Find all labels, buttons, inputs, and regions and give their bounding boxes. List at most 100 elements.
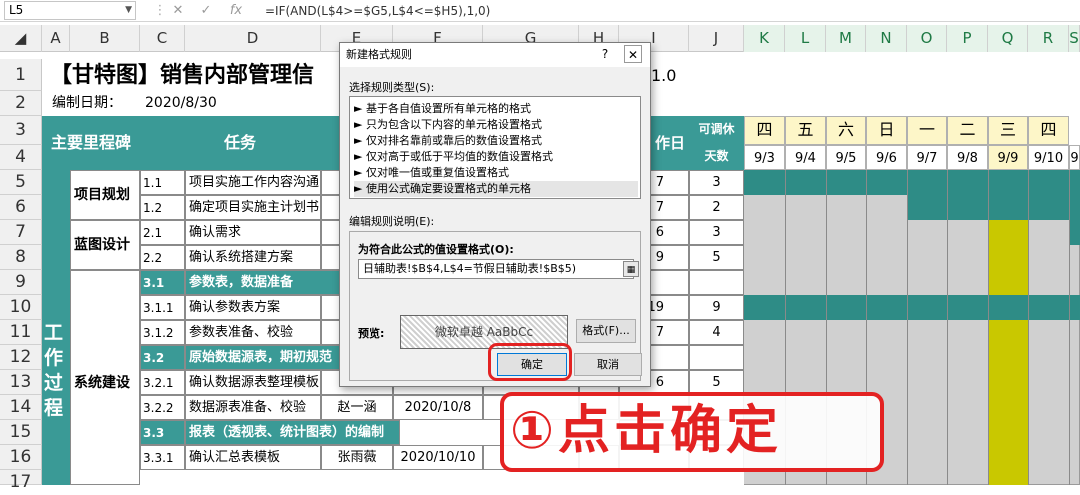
task-id-cell[interactable]: 3.2.2 (140, 395, 185, 420)
select-all-corner[interactable]: ◢ (0, 25, 42, 52)
insert-function-button[interactable]: fx (226, 2, 246, 20)
task-name-cell[interactable]: 报表（透视表、统计图表）的编制 (185, 420, 400, 445)
rest-days-cell[interactable]: 3 (689, 170, 744, 195)
date-cell: 9/3 (744, 145, 785, 170)
owner-cell[interactable]: 张雨薇 (321, 445, 393, 470)
milestone-char: 过 (44, 372, 64, 394)
column-header[interactable]: N (866, 25, 907, 52)
row-header[interactable]: 8 (0, 245, 42, 270)
row-header[interactable]: 10 (0, 295, 42, 320)
more-icon: ⋮ (153, 3, 167, 18)
date-cell: 9/7 (907, 145, 947, 170)
row-header[interactable]: 14 (0, 395, 42, 420)
row-header[interactable]: 17 (0, 470, 42, 492)
task-name-cell[interactable]: 确认需求 (185, 220, 321, 245)
column-header[interactable]: A (42, 25, 70, 52)
cancel-formula-button[interactable]: ✕ (168, 2, 188, 20)
row-header[interactable]: 3 (0, 116, 42, 145)
date-value: 2020/8/30 (145, 95, 217, 111)
rule-type-item[interactable]: ► 只为包含以下内容的单元格设置格式 (354, 117, 638, 133)
task-id-cell[interactable]: 3.3.1 (140, 445, 185, 470)
rule-type-list[interactable]: ► 基于各自值设置所有单元格的格式 ► 只为包含以下内容的单元格设置格式 ► 仅… (349, 96, 641, 199)
column-header[interactable]: Q (988, 25, 1028, 52)
row-header[interactable]: 15 (0, 420, 42, 445)
task-id-cell[interactable]: 3.1 (140, 270, 185, 295)
task-id-cell[interactable]: 3.3 (140, 420, 185, 445)
formula-label: 为符合此公式的值设置格式(O): (358, 243, 514, 256)
close-button[interactable]: ✕ (624, 45, 642, 63)
task-id-cell[interactable]: 1.1 (140, 170, 185, 195)
row-header[interactable]: 4 (0, 145, 42, 170)
task-id-cell[interactable]: 1.2 (140, 195, 185, 220)
cancel-button[interactable]: 取消 (574, 353, 642, 376)
task-name-cell[interactable]: 项目实施工作内容沟通 (185, 170, 321, 195)
name-box[interactable]: L5 ▼ (4, 1, 136, 20)
rest-days-cell[interactable]: 2 (689, 195, 744, 220)
rule-type-item[interactable]: ► 基于各自值设置所有单元格的格式 (354, 101, 638, 117)
task-id-cell[interactable]: 3.1.2 (140, 320, 185, 345)
task-name-cell[interactable]: 确定项目实施主计划书 (185, 195, 321, 220)
collapse-dialog-icon[interactable]: ▦ (623, 261, 639, 277)
rest-days-cell[interactable]: 9 (689, 295, 744, 320)
row-header[interactable]: 5 (0, 170, 42, 195)
column-header[interactable]: K (744, 25, 785, 52)
rest-days-cell[interactable] (689, 270, 744, 295)
task-id-cell[interactable]: 3.2.1 (140, 370, 185, 395)
row-header[interactable]: 16 (0, 445, 42, 470)
column-header[interactable]: O (907, 25, 947, 52)
column-header[interactable]: C (140, 25, 185, 52)
weekday-cell: 四 (1028, 116, 1069, 145)
column-header[interactable]: M (826, 25, 866, 52)
help-button[interactable]: ? (596, 45, 614, 63)
rest-days-cell[interactable] (689, 345, 744, 370)
rule-type-item[interactable]: ► 仅对唯一值或重复值设置格式 (354, 165, 638, 181)
row-header[interactable]: 6 (0, 195, 42, 220)
task-id-cell[interactable]: 3.1.1 (140, 295, 185, 320)
rest-days-cell[interactable]: 5 (689, 245, 744, 270)
enter-formula-button[interactable]: ✓ (196, 2, 216, 20)
owner-cell[interactable]: 赵一涵 (321, 395, 393, 420)
column-header[interactable]: J (689, 25, 744, 52)
start-date-cell[interactable]: 2020/10/10 (393, 445, 483, 470)
edit-rule-label: 编辑规则说明(E): (349, 215, 435, 228)
row-header[interactable]: 1 (0, 59, 42, 91)
task-name-cell[interactable]: 确认参数表方案 (185, 295, 321, 320)
rule-formula-input[interactable]: 日辅助表!$B$4,L$4=节假日辅助表!$B$5) ▦ (358, 259, 639, 279)
chevron-down-icon[interactable]: ▼ (125, 2, 132, 19)
column-header[interactable]: L (785, 25, 826, 52)
task-name-cell[interactable]: 数据源表准备、校验 (185, 395, 321, 420)
task-name-cell[interactable]: 确认数据源表整理模板 (185, 370, 321, 395)
milestone-cell: 蓝图设计 (70, 220, 140, 270)
formula-bar: L5 ▼ ⋮ ✕ ✓ fx =IF(AND(L$4>=$G5,L$4<=$H5),… (0, 0, 1080, 22)
format-button[interactable]: 格式(F)... (576, 319, 636, 343)
task-name-cell[interactable]: 确认汇总表模板 (185, 445, 321, 470)
task-id-cell[interactable]: 2.2 (140, 245, 185, 270)
rest-days-cell[interactable]: 4 (689, 320, 744, 345)
task-name-cell[interactable]: 确认系统搭建方案 (185, 245, 321, 270)
milestone-cell: 项目规划 (70, 170, 140, 220)
column-header[interactable]: D (185, 25, 321, 52)
rule-type-item[interactable]: ► 仅对高于或低于平均值的数值设置格式 (354, 149, 638, 165)
rule-type-item[interactable]: ► 仅对排名靠前或靠后的数值设置格式 (354, 133, 638, 149)
column-header[interactable]: R (1028, 25, 1069, 52)
column-header[interactable]: P (947, 25, 988, 52)
task-name-cell[interactable]: 参数表准备、校验 (185, 320, 321, 345)
date-cell: 9/9 (988, 145, 1028, 170)
row-header[interactable]: 11 (0, 320, 42, 345)
grid-line (1069, 170, 1070, 485)
row-header[interactable]: 12 (0, 345, 42, 370)
formula-input[interactable]: =IF(AND(L$4>=$G5,L$4<=$H5),1,0) (265, 2, 490, 20)
row-header[interactable]: 9 (0, 270, 42, 295)
row-header[interactable]: 7 (0, 220, 42, 245)
column-header[interactable]: B (70, 25, 140, 52)
row-header[interactable]: 2 (0, 91, 42, 116)
task-id-cell[interactable]: 3.2 (140, 345, 185, 370)
rest-days-cell[interactable]: 3 (689, 220, 744, 245)
row-header[interactable]: 13 (0, 370, 42, 395)
start-date-cell[interactable]: 2020/10/8 (393, 395, 483, 420)
rule-type-item-selected[interactable]: ► 使用公式确定要设置格式的单元格 (354, 181, 638, 197)
task-id-cell[interactable]: 2.1 (140, 220, 185, 245)
date-cell: 9/8 (947, 145, 988, 170)
workday-header: 作日 (651, 116, 689, 170)
column-header[interactable]: S (1069, 25, 1080, 52)
